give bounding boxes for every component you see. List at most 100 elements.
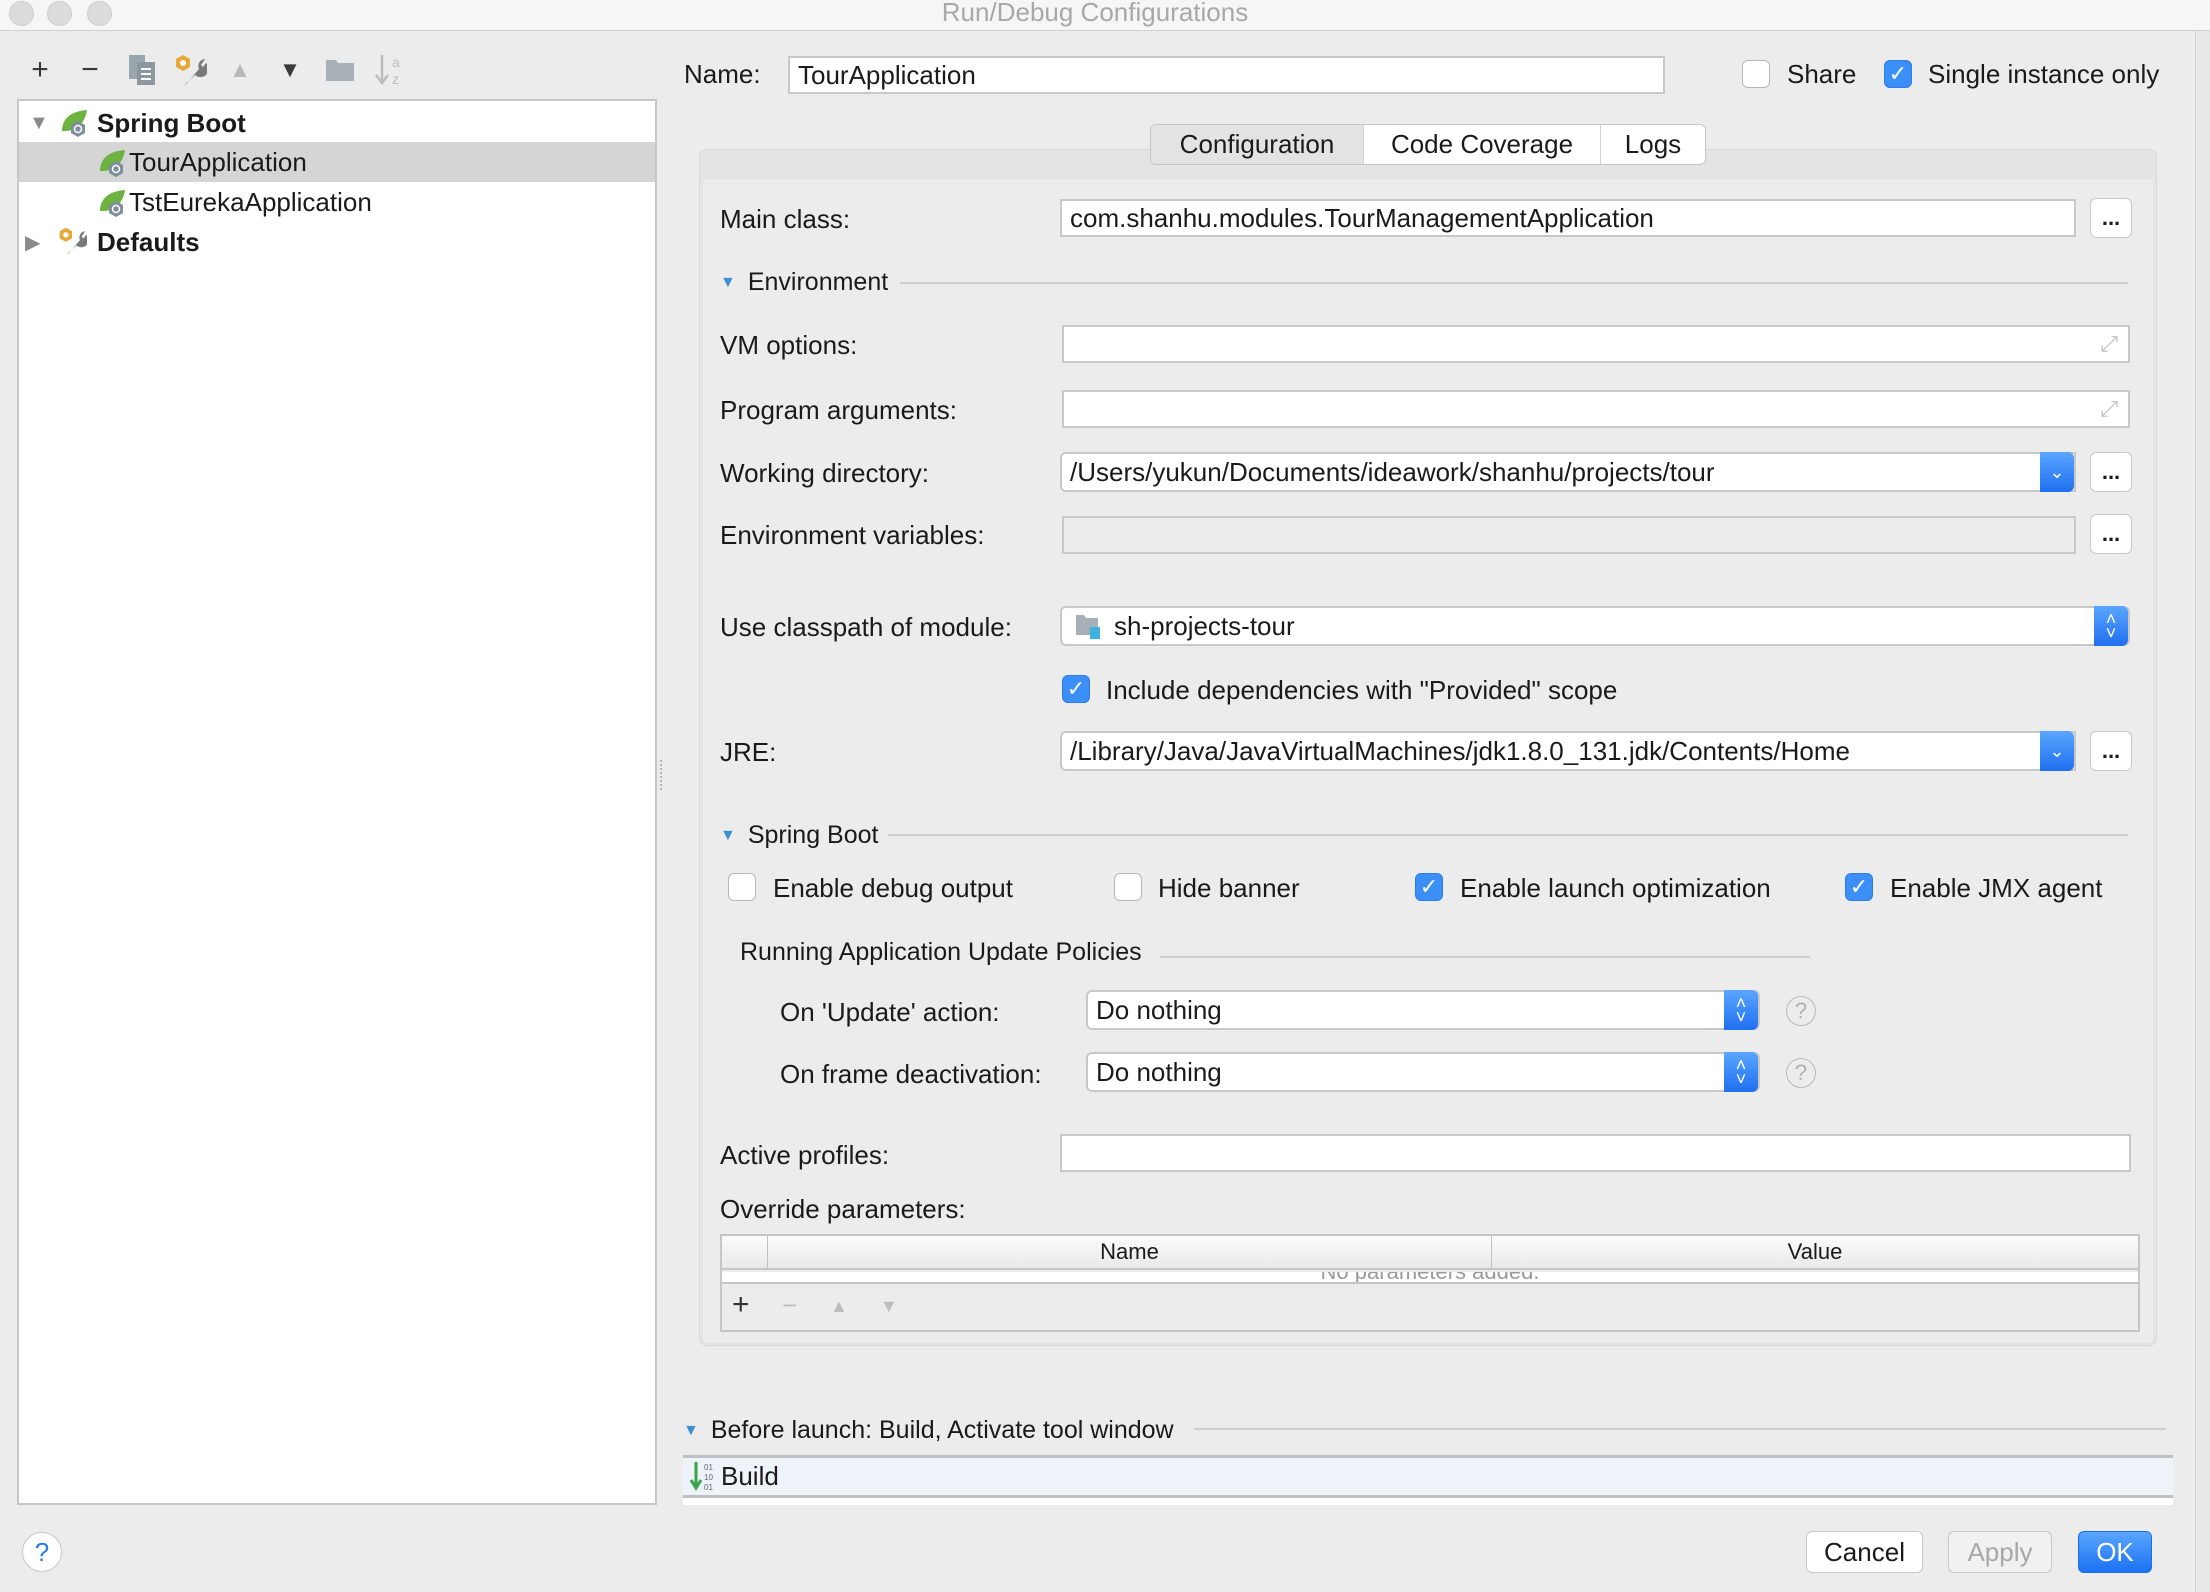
window-title: Run/Debug Configurations — [941, 0, 1249, 27]
environment-section-toggle[interactable]: ▼ Environment — [720, 268, 888, 297]
program-arguments-input[interactable]: ⤢ — [1062, 390, 2130, 428]
classpath-module-select[interactable]: sh-projects-tour ˄ ˅ — [1060, 606, 2130, 646]
update-policies-title: Running Application Update Policies — [740, 938, 1142, 966]
tree-group-spring-boot[interactable]: ▼ Spring Boot — [19, 103, 655, 143]
folder-icon — [326, 60, 354, 81]
minus-icon: − — [81, 53, 99, 86]
include-provided-checkbox[interactable]: ✓ — [1062, 675, 1090, 703]
remove-configuration-button[interactable]: − — [72, 52, 108, 88]
triangle-down-icon: ▼ — [683, 1421, 699, 1439]
before-launch-list[interactable]: 01 10 01 Build — [683, 1455, 2173, 1505]
tree-item-tsteurekaapplication[interactable]: TstEurekaApplication — [19, 182, 655, 222]
chevron-right-icon[interactable]: ▶ — [25, 230, 40, 255]
working-directory-label: Working directory: — [720, 458, 930, 488]
enable-debug-output-checkbox[interactable] — [728, 873, 756, 901]
checkmark-icon: ✓ — [1066, 676, 1086, 701]
jre-label: JRE: — [720, 737, 777, 767]
divider — [888, 834, 2128, 836]
on-frame-deactivation-select[interactable]: Do nothing ˄ ˅ — [1086, 1052, 1760, 1092]
module-icon — [1076, 615, 1100, 639]
column-header-value[interactable]: Value — [1492, 1236, 2138, 1270]
help-button[interactable]: ? — [22, 1532, 62, 1572]
sort-alpha-icon: az — [375, 54, 400, 87]
enable-jmx-agent-checkbox[interactable]: ✓ — [1845, 873, 1873, 901]
apply-button[interactable]: Apply — [1948, 1531, 2052, 1573]
wrench-icon — [176, 55, 207, 86]
on-update-select[interactable]: Do nothing ˄ ˅ — [1086, 990, 1760, 1030]
table-add-button[interactable]: + — [732, 1288, 750, 1322]
checkmark-icon: ✓ — [1849, 874, 1869, 899]
help-icon[interactable]: ? — [1786, 996, 1816, 1026]
updown-arrows-icon[interactable]: ˄ ˅ — [2094, 606, 2128, 646]
jre-browse-button[interactable]: ... — [2090, 731, 2132, 771]
active-profiles-input[interactable] — [1060, 1134, 2131, 1172]
divider — [1194, 1428, 2166, 1430]
jre-value: /Library/Java/JavaVirtualMachines/jdk1.8… — [1070, 735, 1850, 766]
add-configuration-button[interactable]: + — [22, 52, 58, 88]
tree-item-tourapplication[interactable]: TourApplication — [19, 142, 655, 182]
environment-variables-input[interactable] — [1062, 516, 2076, 554]
updown-arrows-icon[interactable]: ˄ ˅ — [1724, 990, 1758, 1030]
name-input[interactable]: TourApplication — [788, 56, 1665, 94]
triangle-down-icon: ▼ — [720, 273, 736, 291]
environment-variables-browse-button[interactable]: ... — [2090, 514, 2132, 554]
tab-logs[interactable]: Logs — [1601, 125, 1705, 164]
spring-boot-section-toggle[interactable]: ▼ Spring Boot — [720, 821, 878, 850]
ok-button[interactable]: OK — [2078, 1531, 2152, 1573]
checkmark-icon: ✓ — [1888, 61, 1908, 86]
arrow-down-icon: ▼ — [279, 57, 301, 82]
sort-button[interactable]: az — [372, 52, 408, 88]
tree-group-defaults[interactable]: ▶ Defaults — [19, 222, 655, 262]
tab-bar: Configuration Code Coverage Logs — [1150, 124, 1706, 165]
on-update-label: On 'Update' action: — [780, 997, 1000, 1027]
enable-launch-optimization-label: Enable launch optimization — [1460, 873, 1771, 903]
copy-configuration-button[interactable] — [124, 52, 160, 88]
tab-configuration[interactable]: Configuration — [1151, 125, 1364, 164]
expand-icon[interactable]: ⤢ — [2100, 396, 2118, 422]
spring-boot-icon — [62, 110, 87, 137]
chevron-down-icon[interactable]: ⌄ — [2040, 452, 2074, 492]
divider — [900, 282, 2128, 284]
override-parameters-table[interactable]: Name Value No parameters added. + − ▲ ▼ — [720, 1234, 2140, 1332]
move-up-button[interactable]: ▲ — [222, 52, 258, 88]
move-down-button[interactable]: ▼ — [272, 52, 308, 88]
working-directory-combo[interactable]: /Users/yukun/Documents/ideawork/shanhu/p… — [1060, 452, 2076, 492]
column-header-name[interactable]: Name — [768, 1236, 1492, 1270]
table-move-down-button[interactable]: ▼ — [880, 1296, 898, 1317]
help-icon[interactable]: ? — [1786, 1058, 1816, 1088]
expand-icon[interactable]: ⤢ — [2100, 331, 2118, 357]
include-provided-label: Include dependencies with "Provided" sco… — [1106, 675, 1618, 705]
on-frame-deactivation-value: Do nothing — [1096, 1056, 1222, 1087]
configuration-tree[interactable]: ▼ Spring Boot TourApplication TstEurekaA… — [17, 99, 657, 1505]
arrow-up-icon: ▲ — [229, 57, 251, 82]
before-launch-title: Before launch: Build, Activate tool wind… — [710, 1416, 1174, 1444]
tab-code-coverage[interactable]: Code Coverage — [1364, 125, 1601, 164]
hide-banner-checkbox[interactable] — [1114, 873, 1142, 901]
enable-launch-optimization-checkbox[interactable]: ✓ — [1415, 873, 1443, 901]
divider — [1160, 956, 1810, 958]
chevron-down-icon[interactable]: ▼ — [29, 112, 49, 135]
share-checkbox[interactable] — [1742, 60, 1770, 88]
table-remove-button[interactable]: − — [782, 1290, 797, 1321]
program-arguments-label: Program arguments: — [720, 395, 957, 425]
single-instance-checkbox[interactable]: ✓ — [1884, 60, 1912, 88]
working-directory-browse-button[interactable]: ... — [2090, 452, 2132, 492]
main-class-browse-button[interactable]: ... — [2090, 198, 2132, 238]
jre-combo[interactable]: /Library/Java/JavaVirtualMachines/jdk1.8… — [1060, 731, 2076, 771]
table-row-header — [722, 1236, 768, 1270]
vm-options-input[interactable]: ⤢ — [1062, 325, 2130, 363]
create-folder-button[interactable] — [322, 52, 358, 88]
svg-text:01: 01 — [704, 1463, 713, 1472]
enable-jmx-agent-label: Enable JMX agent — [1890, 873, 2103, 903]
main-class-input[interactable]: com.shanhu.modules.TourManagementApplica… — [1060, 199, 2076, 237]
cancel-button[interactable]: Cancel — [1806, 1531, 1923, 1573]
before-launch-item-build[interactable]: 01 10 01 Build — [683, 1458, 2173, 1498]
spring-boot-icon — [100, 190, 125, 217]
updown-arrows-icon[interactable]: ˄ ˅ — [1724, 1052, 1758, 1092]
chevron-down-icon[interactable]: ⌄ — [2040, 731, 2074, 771]
table-move-up-button[interactable]: ▲ — [830, 1296, 848, 1317]
hide-banner-label: Hide banner — [1158, 873, 1300, 903]
before-launch-section-toggle[interactable]: ▼ Before launch: Build, Activate tool win… — [683, 1416, 1174, 1445]
edit-defaults-button[interactable] — [172, 52, 208, 88]
splitter-handle[interactable] — [660, 760, 666, 790]
